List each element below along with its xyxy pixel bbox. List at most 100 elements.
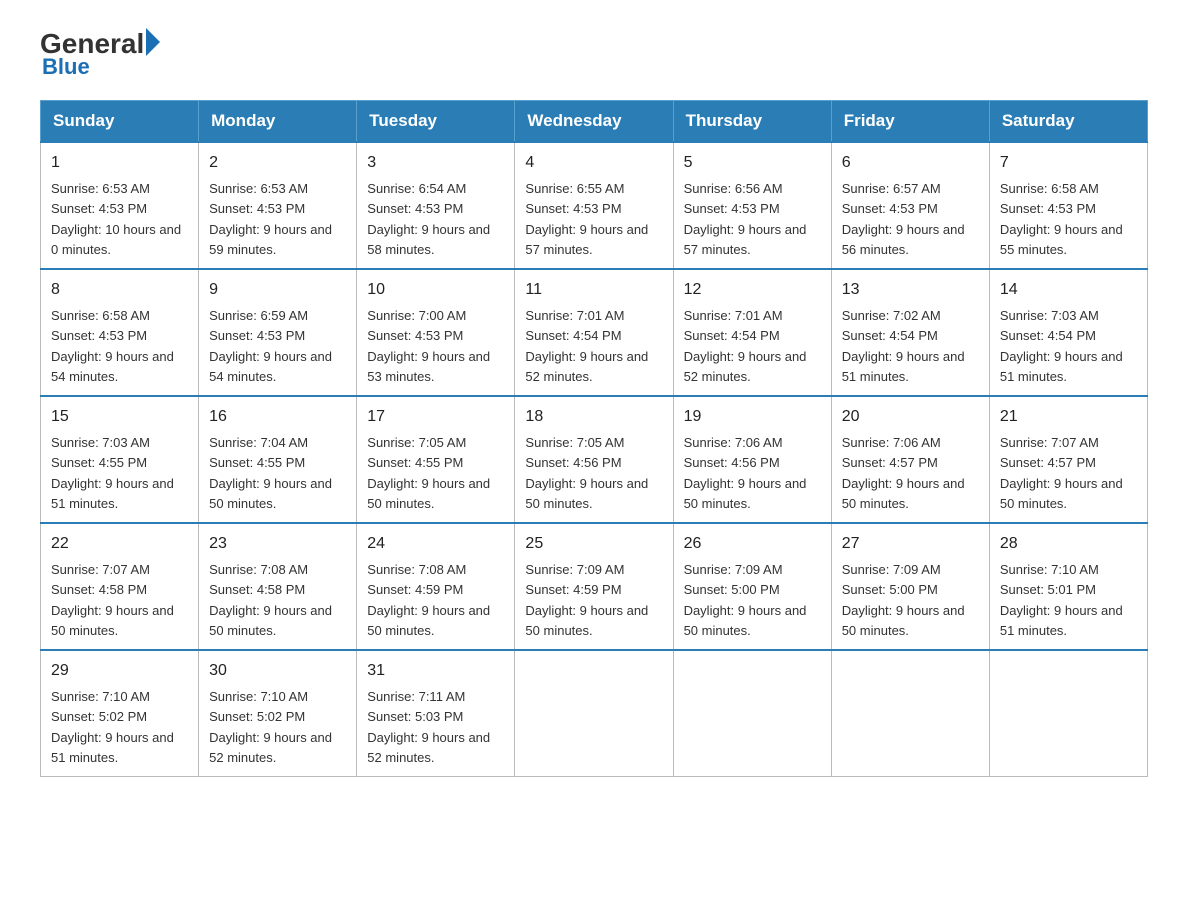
calendar-day-cell: 2 Sunrise: 6:53 AMSunset: 4:53 PMDayligh… <box>199 142 357 269</box>
calendar-day-cell: 24 Sunrise: 7:08 AMSunset: 4:59 PMDaylig… <box>357 523 515 650</box>
day-number: 6 <box>842 151 979 175</box>
day-number: 23 <box>209 532 346 556</box>
calendar-day-cell <box>515 650 673 777</box>
day-number: 9 <box>209 278 346 302</box>
calendar-day-cell: 22 Sunrise: 7:07 AMSunset: 4:58 PMDaylig… <box>41 523 199 650</box>
day-number: 28 <box>1000 532 1137 556</box>
day-of-week-header: Tuesday <box>357 101 515 143</box>
day-number: 29 <box>51 659 188 683</box>
day-info: Sunrise: 6:56 AMSunset: 4:53 PMDaylight:… <box>684 181 807 257</box>
calendar-day-cell: 20 Sunrise: 7:06 AMSunset: 4:57 PMDaylig… <box>831 396 989 523</box>
day-info: Sunrise: 7:08 AMSunset: 4:59 PMDaylight:… <box>367 562 490 638</box>
logo-triangle-icon <box>146 28 160 56</box>
day-number: 3 <box>367 151 504 175</box>
day-info: Sunrise: 6:59 AMSunset: 4:53 PMDaylight:… <box>209 308 332 384</box>
day-info: Sunrise: 6:57 AMSunset: 4:53 PMDaylight:… <box>842 181 965 257</box>
day-number: 31 <box>367 659 504 683</box>
day-number: 24 <box>367 532 504 556</box>
day-number: 27 <box>842 532 979 556</box>
day-info: Sunrise: 7:08 AMSunset: 4:58 PMDaylight:… <box>209 562 332 638</box>
day-of-week-header: Friday <box>831 101 989 143</box>
calendar-day-cell: 23 Sunrise: 7:08 AMSunset: 4:58 PMDaylig… <box>199 523 357 650</box>
day-number: 11 <box>525 278 662 302</box>
day-number: 18 <box>525 405 662 429</box>
calendar-day-cell: 13 Sunrise: 7:02 AMSunset: 4:54 PMDaylig… <box>831 269 989 396</box>
day-info: Sunrise: 7:09 AMSunset: 4:59 PMDaylight:… <box>525 562 648 638</box>
day-number: 7 <box>1000 151 1137 175</box>
day-number: 14 <box>1000 278 1137 302</box>
calendar-day-cell: 15 Sunrise: 7:03 AMSunset: 4:55 PMDaylig… <box>41 396 199 523</box>
calendar-day-cell: 8 Sunrise: 6:58 AMSunset: 4:53 PMDayligh… <box>41 269 199 396</box>
calendar-day-cell <box>831 650 989 777</box>
calendar-day-cell <box>989 650 1147 777</box>
day-info: Sunrise: 7:06 AMSunset: 4:57 PMDaylight:… <box>842 435 965 511</box>
day-info: Sunrise: 7:09 AMSunset: 5:00 PMDaylight:… <box>684 562 807 638</box>
calendar-day-cell: 27 Sunrise: 7:09 AMSunset: 5:00 PMDaylig… <box>831 523 989 650</box>
calendar-day-cell: 5 Sunrise: 6:56 AMSunset: 4:53 PMDayligh… <box>673 142 831 269</box>
day-info: Sunrise: 7:05 AMSunset: 4:55 PMDaylight:… <box>367 435 490 511</box>
day-number: 2 <box>209 151 346 175</box>
day-number: 8 <box>51 278 188 302</box>
day-number: 26 <box>684 532 821 556</box>
day-of-week-header: Sunday <box>41 101 199 143</box>
calendar-day-cell: 9 Sunrise: 6:59 AMSunset: 4:53 PMDayligh… <box>199 269 357 396</box>
day-info: Sunrise: 6:54 AMSunset: 4:53 PMDaylight:… <box>367 181 490 257</box>
calendar-day-cell: 4 Sunrise: 6:55 AMSunset: 4:53 PMDayligh… <box>515 142 673 269</box>
day-number: 30 <box>209 659 346 683</box>
calendar-header-row: SundayMondayTuesdayWednesdayThursdayFrid… <box>41 101 1148 143</box>
day-number: 1 <box>51 151 188 175</box>
calendar-day-cell: 10 Sunrise: 7:00 AMSunset: 4:53 PMDaylig… <box>357 269 515 396</box>
day-number: 16 <box>209 405 346 429</box>
day-info: Sunrise: 7:06 AMSunset: 4:56 PMDaylight:… <box>684 435 807 511</box>
logo-blue: Blue <box>42 54 160 80</box>
day-number: 17 <box>367 405 504 429</box>
calendar-day-cell: 11 Sunrise: 7:01 AMSunset: 4:54 PMDaylig… <box>515 269 673 396</box>
day-info: Sunrise: 7:09 AMSunset: 5:00 PMDaylight:… <box>842 562 965 638</box>
calendar-day-cell <box>673 650 831 777</box>
day-info: Sunrise: 7:05 AMSunset: 4:56 PMDaylight:… <box>525 435 648 511</box>
calendar-day-cell: 6 Sunrise: 6:57 AMSunset: 4:53 PMDayligh… <box>831 142 989 269</box>
calendar-day-cell: 1 Sunrise: 6:53 AMSunset: 4:53 PMDayligh… <box>41 142 199 269</box>
day-of-week-header: Thursday <box>673 101 831 143</box>
calendar-day-cell: 16 Sunrise: 7:04 AMSunset: 4:55 PMDaylig… <box>199 396 357 523</box>
calendar-week-row: 1 Sunrise: 6:53 AMSunset: 4:53 PMDayligh… <box>41 142 1148 269</box>
calendar-table: SundayMondayTuesdayWednesdayThursdayFrid… <box>40 100 1148 777</box>
day-number: 4 <box>525 151 662 175</box>
calendar-week-row: 29 Sunrise: 7:10 AMSunset: 5:02 PMDaylig… <box>41 650 1148 777</box>
logo: General Blue <box>40 30 160 80</box>
calendar-day-cell: 3 Sunrise: 6:54 AMSunset: 4:53 PMDayligh… <box>357 142 515 269</box>
day-of-week-header: Wednesday <box>515 101 673 143</box>
day-info: Sunrise: 7:10 AMSunset: 5:01 PMDaylight:… <box>1000 562 1123 638</box>
calendar-day-cell: 25 Sunrise: 7:09 AMSunset: 4:59 PMDaylig… <box>515 523 673 650</box>
day-number: 22 <box>51 532 188 556</box>
day-info: Sunrise: 7:00 AMSunset: 4:53 PMDaylight:… <box>367 308 490 384</box>
calendar-day-cell: 31 Sunrise: 7:11 AMSunset: 5:03 PMDaylig… <box>357 650 515 777</box>
calendar-day-cell: 21 Sunrise: 7:07 AMSunset: 4:57 PMDaylig… <box>989 396 1147 523</box>
day-info: Sunrise: 7:11 AMSunset: 5:03 PMDaylight:… <box>367 689 490 765</box>
calendar-day-cell: 12 Sunrise: 7:01 AMSunset: 4:54 PMDaylig… <box>673 269 831 396</box>
day-number: 12 <box>684 278 821 302</box>
day-info: Sunrise: 6:55 AMSunset: 4:53 PMDaylight:… <box>525 181 648 257</box>
day-info: Sunrise: 7:01 AMSunset: 4:54 PMDaylight:… <box>684 308 807 384</box>
day-info: Sunrise: 6:58 AMSunset: 4:53 PMDaylight:… <box>1000 181 1123 257</box>
calendar-day-cell: 30 Sunrise: 7:10 AMSunset: 5:02 PMDaylig… <box>199 650 357 777</box>
calendar-day-cell: 17 Sunrise: 7:05 AMSunset: 4:55 PMDaylig… <box>357 396 515 523</box>
day-number: 10 <box>367 278 504 302</box>
day-of-week-header: Saturday <box>989 101 1147 143</box>
calendar-day-cell: 29 Sunrise: 7:10 AMSunset: 5:02 PMDaylig… <box>41 650 199 777</box>
calendar-week-row: 15 Sunrise: 7:03 AMSunset: 4:55 PMDaylig… <box>41 396 1148 523</box>
day-info: Sunrise: 7:07 AMSunset: 4:58 PMDaylight:… <box>51 562 174 638</box>
calendar-week-row: 8 Sunrise: 6:58 AMSunset: 4:53 PMDayligh… <box>41 269 1148 396</box>
day-info: Sunrise: 7:10 AMSunset: 5:02 PMDaylight:… <box>209 689 332 765</box>
calendar-day-cell: 28 Sunrise: 7:10 AMSunset: 5:01 PMDaylig… <box>989 523 1147 650</box>
calendar-day-cell: 26 Sunrise: 7:09 AMSunset: 5:00 PMDaylig… <box>673 523 831 650</box>
day-info: Sunrise: 7:07 AMSunset: 4:57 PMDaylight:… <box>1000 435 1123 511</box>
day-number: 19 <box>684 405 821 429</box>
calendar-day-cell: 18 Sunrise: 7:05 AMSunset: 4:56 PMDaylig… <box>515 396 673 523</box>
day-info: Sunrise: 7:01 AMSunset: 4:54 PMDaylight:… <box>525 308 648 384</box>
day-number: 20 <box>842 405 979 429</box>
calendar-day-cell: 14 Sunrise: 7:03 AMSunset: 4:54 PMDaylig… <box>989 269 1147 396</box>
page-header: General Blue <box>40 30 1148 80</box>
day-info: Sunrise: 7:03 AMSunset: 4:54 PMDaylight:… <box>1000 308 1123 384</box>
day-number: 21 <box>1000 405 1137 429</box>
